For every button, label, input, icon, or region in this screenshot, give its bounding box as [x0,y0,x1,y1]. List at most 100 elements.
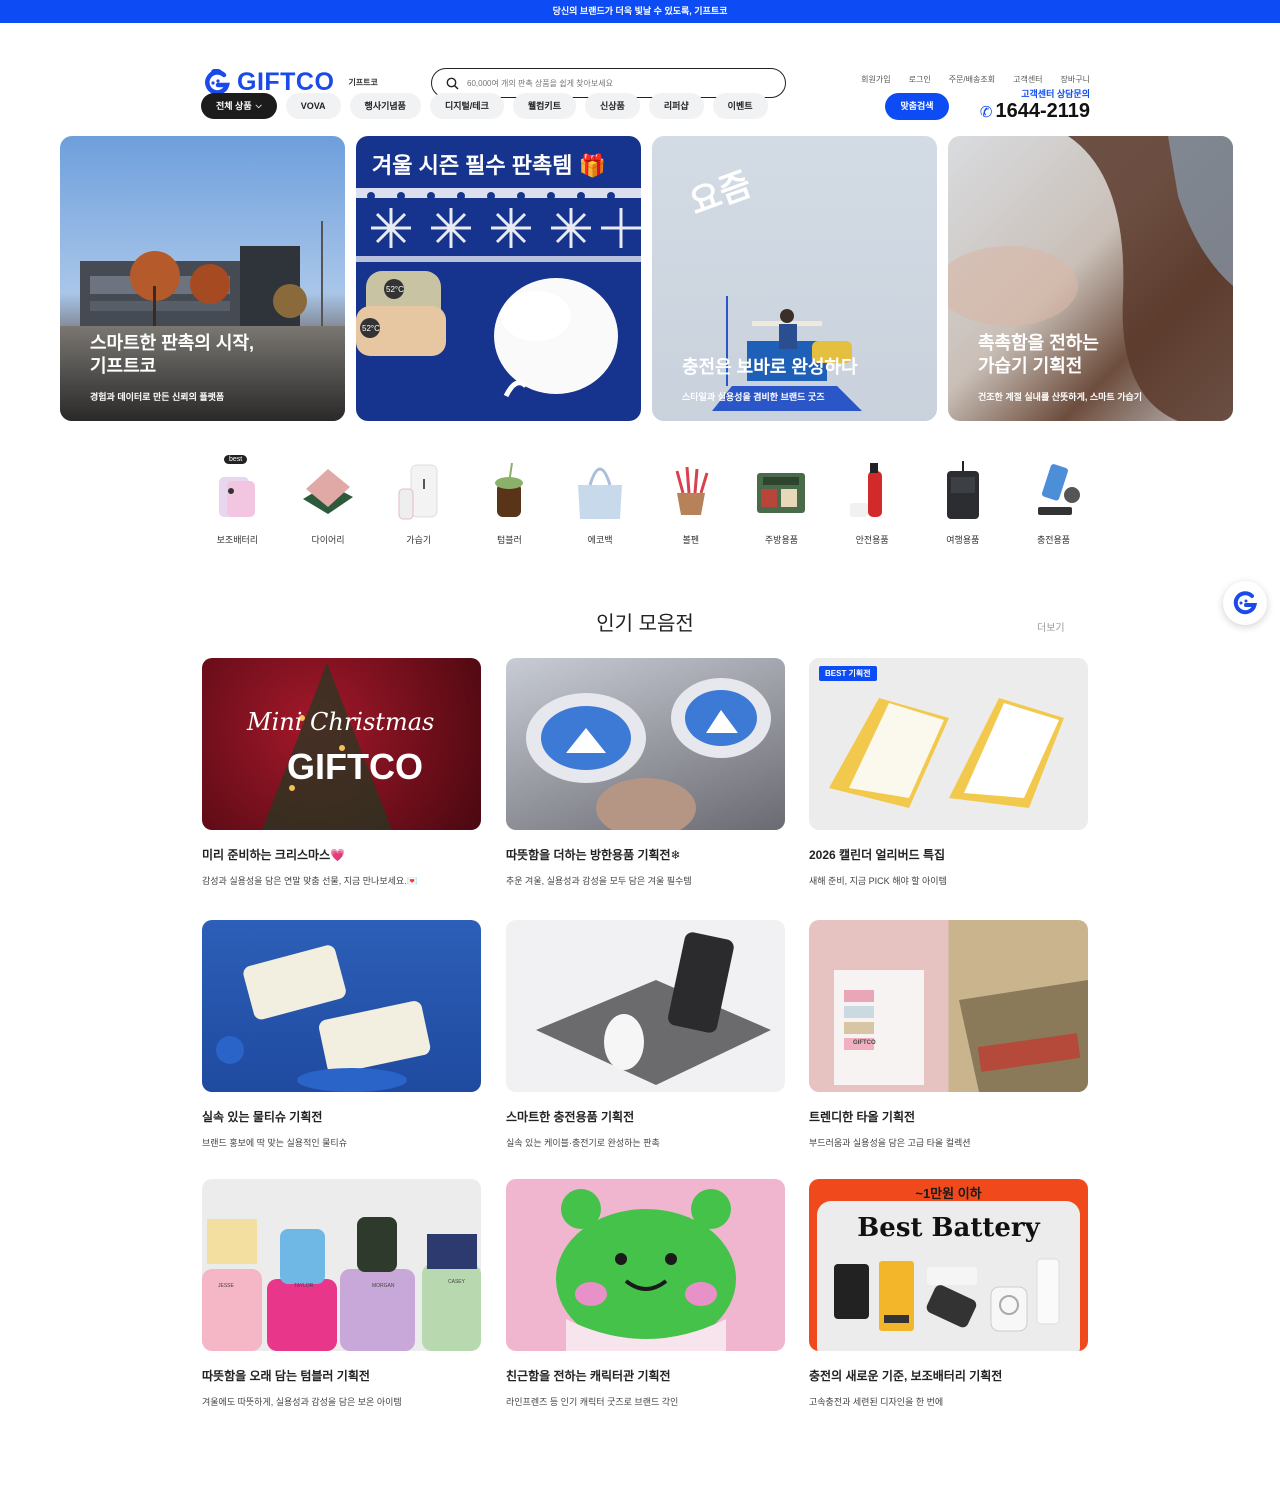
best-badge: best [224,455,248,464]
calendar-illustration [829,698,1064,808]
banner-title: 촉촉함을 전하는 가습기 기획전 [978,333,1099,376]
category-pen[interactable]: 볼펜 [645,455,736,546]
banner-subtitle: 스타일과 실용성을 겸비한 브랜드 굿즈 [682,392,825,402]
towel-box-illustration [834,970,1088,1092]
card-image-battery: ~1만원 이하 Best Battery [809,1179,1088,1351]
nav-event-souvenirs[interactable]: 행사기념품 [349,93,421,119]
nav-new-products[interactable]: 신상품 [584,93,640,119]
card-description: 실속 있는 케이블·충전기로 완성하는 판촉 [506,1138,660,1148]
goggles-illustration [526,678,771,830]
category-safety[interactable]: 안전용품 [827,455,918,546]
nav-digital-tech[interactable]: 디지털/테크 [429,93,504,119]
nav-all-products[interactable]: 전체 상품 ⌵ [201,93,277,119]
cs-phone[interactable]: ✆ 1644-2119 [980,100,1090,123]
card-title: 실속 있는 물티슈 기획전 [202,1110,323,1124]
customer-service-contact: 고객센터 상담문의 ✆ 1644-2119 [980,87,1090,123]
announcement-text: 당신의 브랜드가 더욱 빛날 수 있도록, 기프트코 [552,6,728,16]
tumbler-name-label: MORGAN [372,1283,395,1289]
card-title: 트렌디한 타올 기획전 [809,1110,916,1124]
banner-vova-charging[interactable]: 요즘 충전은 보바로 완성하다 스타일과 실용성을 겸비한 브랜드 굿즈 [652,136,937,421]
pen-icon [675,466,709,515]
temperature-label-2: 52°C [362,324,380,333]
search-icon [446,77,459,90]
card-description: 브랜드 홍보에 딱 맞는 실용적인 물티슈 [202,1138,347,1148]
card-description: 감성과 실용성을 담은 연말 맞춤 선물, 지금 만나보세요.💌 [202,876,418,886]
category-eco-bag[interactable]: 에코백 [555,455,646,546]
category-humidifier[interactable]: 가습기 [373,455,464,546]
card-image-towel: GIFTCO [809,920,1088,1092]
collection-card[interactable]: JESSE TAYLOR MORGAN CASEY 따뜻함을 오래 담는 텀블러… [202,1179,481,1408]
collection-card[interactable]: GIFTCO 트렌디한 타올 기획전 부드러움과 실용성을 담은 고급 타올 컬… [809,920,1088,1149]
category-label: 텀블러 [496,535,522,545]
category-diary[interactable]: 다이어리 [283,455,374,546]
category-label: 주방용품 [764,535,799,545]
snowflake-pattern [356,188,641,398]
category-shortcuts: best 보조배터리 다이어리 가습기 텀블러 에코백 볼펜 주방용품 안전용품… [192,455,1099,546]
util-login-link[interactable]: 로그인 [909,74,931,85]
logo-subtitle: 기프트코 [348,78,378,87]
card-title: 미리 준비하는 크리스마스💗 [202,848,346,862]
card-image-winter-goggles [506,658,785,830]
category-power-bank[interactable]: best 보조배터리 [192,455,283,546]
category-tumbler[interactable]: 텀블러 [464,455,555,546]
search-input[interactable] [467,78,767,88]
collection-card[interactable]: BEST 기획전 2026 캘린더 얼리버드 특집 새해 준비, 지금 PICK… [809,658,1088,887]
card-description: 부드러움과 실용성을 담은 고급 타올 컬렉션 [809,1138,971,1148]
category-kitchen[interactable]: 주방용품 [736,455,827,546]
collection-card[interactable]: 실속 있는 물티슈 기획전 브랜드 홍보에 딱 맞는 실용적인 물티슈 [202,920,481,1149]
main-nav: 전체 상품 ⌵ VOVA 행사기념품 디지털/테크 웰컴키트 신상품 리퍼샵 이벤… [201,93,768,119]
card-script-text: Mini Christmas [247,708,435,736]
card-image-calendar: BEST 기획전 [809,658,1088,830]
card-title: 2026 캘린더 얼리버드 특집 [809,848,946,862]
util-cart-link[interactable]: 장바구니 [1061,74,1090,85]
collection-card[interactable]: 따뜻함을 더하는 방한용품 기획전❄ 추운 겨울, 실용성과 감성을 모두 담은… [506,658,785,887]
building-illustration [60,221,345,421]
top-announcement-bar: 당신의 브랜드가 더욱 빛날 수 있도록, 기프트코 [0,0,1280,23]
eco-bag-icon [578,467,623,519]
custom-search-button[interactable]: 맞춤검색 [885,93,949,120]
card-image-christmas: Mini Christmas GIFTCO [202,658,481,830]
nav-vova[interactable]: VOVA [285,93,341,119]
card-description: 추운 겨울, 실용성과 감성을 모두 담은 겨울 필수템 [506,876,692,886]
nav-refurb-shop[interactable]: 리퍼샵 [648,93,704,119]
phone-icon: ✆ [979,103,993,121]
card-description: 겨울에도 따뜻하게, 실용성과 감성을 담은 보온 아이템 [202,1397,402,1407]
kitchen-icon [757,473,806,513]
temperature-label: 52°C [386,285,404,294]
banner-subtitle: 건조한 계절 실내를 산뜻하게, 스마트 가습기 [978,392,1143,402]
collection-card[interactable]: 스마트한 충전용품 기획전 실속 있는 케이블·충전기로 완성하는 판촉 [506,920,785,1149]
category-label: 여행용품 [946,535,980,545]
fire-extinguisher-icon [850,463,883,517]
card-description: 라인프렌즈 등 인기 캐릭터 굿즈로 브랜드 각인 [506,1397,679,1407]
collection-card[interactable]: ~1만원 이하 Best Battery 충전의 새로운 기준, 보조배터리 기… [809,1179,1088,1408]
woman-hair-illustration [948,136,1233,421]
util-signup-link[interactable]: 회원가입 [861,74,890,85]
tumbler-name-label: CASEY [448,1279,465,1285]
more-link[interactable]: 더보기 [1037,619,1065,634]
collection-card[interactable]: Mini Christmas GIFTCO 미리 준비하는 크리스마스💗 감성과… [202,658,481,887]
card-image-charging [506,920,785,1092]
util-order-tracking-link[interactable]: 주문/배송조회 [949,74,995,85]
card-title: 친근함을 전하는 캐릭터관 기획전 [506,1369,671,1383]
banner-winter-season[interactable]: 겨울 시즌 필수 판촉템 🎁 52°C 52°C [356,136,641,421]
banner-humidifier[interactable]: 촉촉함을 전하는 가습기 기획전 건조한 계절 실내를 산뜻하게, 스마트 가습… [948,136,1233,421]
section-title: 인기 모음전 [596,613,694,635]
card-image-wet-tissue [202,920,481,1092]
util-customer-center-link[interactable]: 고객센터 [1013,74,1042,85]
banner-giftco-platform[interactable]: 스마트한 판촉의 시작, 기프트코 경험과 데이터로 만든 신뢰의 플랫폼 [60,136,345,421]
tumbler-lineup-illustration [202,1217,481,1351]
chevron-down-icon: ⌵ [255,101,262,110]
best-collection-tag: BEST 기획전 [819,666,877,681]
collection-card[interactable]: 친근함을 전하는 캐릭터관 기획전 라인프렌즈 등 인기 캐릭터 굿즈로 브랜드… [506,1179,785,1408]
nav-welcome-kit[interactable]: 웰컴키트 [512,93,576,119]
banner-subtitle: 경험과 데이터로 만든 신뢰의 플랫폼 [90,392,225,402]
tumbler-icon [495,462,524,517]
banner-title: 스마트한 판촉의 시작, 기프트코 [90,333,255,376]
nav-events[interactable]: 이벤트 [712,93,768,119]
category-charging[interactable]: 충전용품 [1008,455,1099,546]
category-travel[interactable]: 여행용품 [918,455,1009,546]
wet-tissue-illustration [216,945,431,1092]
wireless-charger-icon [1037,464,1080,515]
category-label: 충전용품 [1036,535,1071,545]
card-title: 따뜻함을 더하는 방한용품 기획전❄ [506,848,681,862]
